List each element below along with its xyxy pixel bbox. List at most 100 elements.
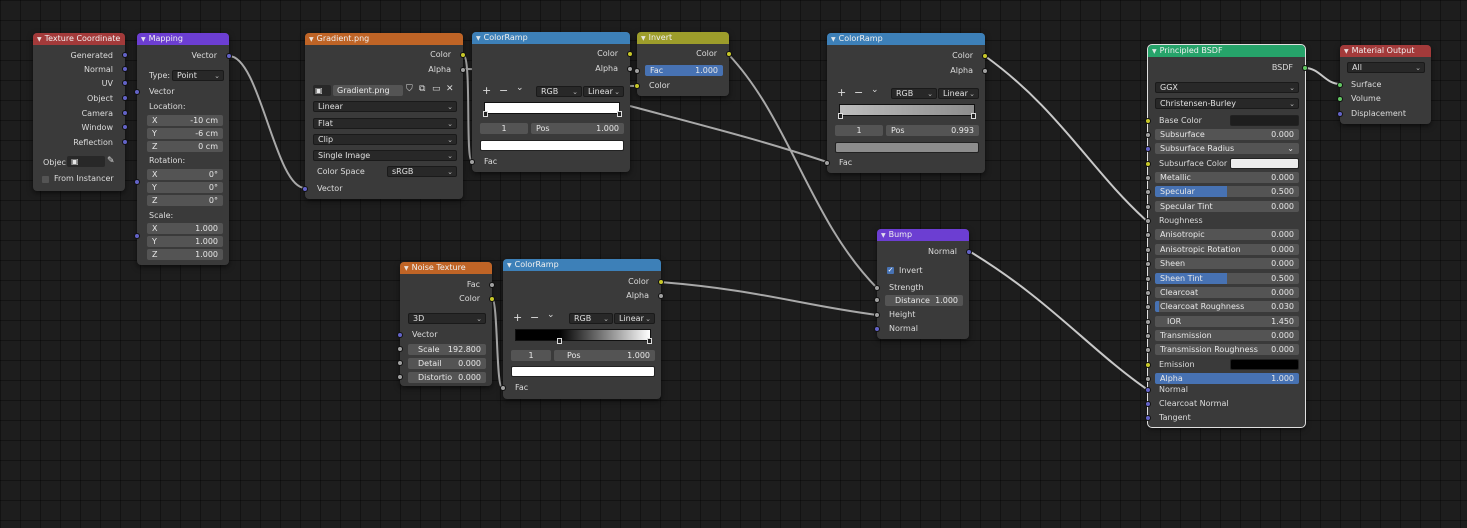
node-header[interactable]: ▼ Mapping (137, 33, 229, 45)
output-normal-socket[interactable] (966, 249, 972, 255)
node-header[interactable]: ▼ Noise Texture (400, 262, 492, 274)
output-vector-socket[interactable] (226, 53, 232, 59)
interpolation-dropdown[interactable]: Linear ⌄ (614, 313, 655, 324)
fac-input-socket[interactable] (824, 160, 830, 166)
color-stop-left[interactable] (838, 113, 843, 119)
anisotropic-rotation-input-socket[interactable] (1145, 247, 1151, 253)
fake-user-shield-icon[interactable]: ⛉ (406, 84, 413, 94)
collapse-icon[interactable]: ▼ (309, 36, 314, 43)
clearcoat-roughness-input-socket[interactable] (1145, 304, 1151, 310)
scale-input-socket[interactable] (134, 233, 140, 239)
distortion-field[interactable]: Distortio 0.000 (408, 372, 486, 383)
specular-input-socket[interactable] (1145, 189, 1151, 195)
projection-dropdown[interactable]: Flat ⌄ (313, 118, 457, 129)
socket-object[interactable] (122, 95, 128, 101)
color-ramp-gradient[interactable] (515, 329, 651, 341)
strength-input-socket[interactable] (874, 285, 880, 291)
scale-z-field[interactable]: Z 1.000 (147, 249, 223, 260)
collapse-icon[interactable]: ▼ (404, 265, 409, 272)
color-stop-right[interactable] (971, 113, 976, 119)
socket-generated[interactable] (122, 52, 128, 58)
surface-input-socket[interactable] (1337, 82, 1343, 88)
scale-input-socket[interactable] (397, 346, 403, 352)
color-ramp-gradient[interactable] (839, 104, 975, 116)
color-ramp-node-3[interactable]: ▼ ColorRamp Color Alpha + − ⌄ RGB ⌄ Linear… (500, 259, 664, 399)
stop-index-field[interactable]: 1 (480, 123, 528, 134)
chevron-down-icon[interactable]: ⌄ (516, 83, 524, 93)
anisotropic-input-socket[interactable] (1145, 232, 1151, 238)
colorspace-dropdown[interactable]: sRGB ⌄ (387, 166, 457, 177)
clearcoat-input-socket[interactable] (1145, 290, 1151, 296)
rotation-z-field[interactable]: Z 0° (147, 195, 223, 206)
node-header[interactable]: ▼ Material Output (1340, 45, 1431, 57)
collapse-icon[interactable]: ▼ (507, 262, 512, 269)
socket-normal[interactable] (122, 66, 128, 72)
color-stop-left[interactable] (483, 111, 488, 117)
collapse-icon[interactable]: ▼ (641, 35, 646, 42)
ior-field[interactable]: IOR 1.450 (1155, 316, 1299, 327)
interpolation-dropdown[interactable]: Linear ⌄ (313, 101, 457, 112)
source-dropdown[interactable]: Single Image ⌄ (313, 150, 457, 161)
from-instancer-checkbox[interactable] (42, 176, 49, 183)
dimensions-dropdown[interactable]: 3D ⌄ (408, 313, 486, 324)
anisotropic-rotation-field[interactable]: Anisotropic Rotation 0.000 (1155, 244, 1299, 255)
tangent-input-socket[interactable] (1145, 415, 1151, 421)
location-z-field[interactable]: Z 0 cm (147, 141, 223, 152)
transmission-roughness-input-socket[interactable] (1145, 347, 1151, 353)
folder-icon[interactable]: ▭ (432, 84, 441, 94)
image-name-field[interactable]: Gradient.png (333, 85, 403, 96)
target-dropdown[interactable]: All ⌄ (1347, 62, 1425, 73)
color-stop-left[interactable] (557, 338, 562, 344)
noise-texture-node[interactable]: ▼ Noise Texture Fac Color 3D ⌄ Vector Scal… (397, 262, 495, 386)
anisotropic-field[interactable]: Anisotropic 0.000 (1155, 229, 1299, 240)
displacement-input-socket[interactable] (1337, 111, 1343, 117)
output-alpha-socket[interactable] (982, 68, 988, 74)
node-header[interactable]: ▼ ColorRamp (827, 33, 985, 45)
collapse-icon[interactable]: ▼ (37, 36, 42, 43)
output-color-socket[interactable] (982, 53, 988, 59)
location-x-field[interactable]: X -10 cm (147, 115, 223, 126)
metallic-input-socket[interactable] (1145, 175, 1151, 181)
fac-input-socket[interactable] (634, 68, 640, 74)
collapse-icon[interactable]: ▼ (881, 232, 886, 239)
sheen-tint-input-socket[interactable] (1145, 276, 1151, 282)
stop-color-swatch[interactable] (480, 140, 624, 151)
distortion-input-socket[interactable] (397, 374, 403, 380)
image-browse-icon[interactable]: ▣ (313, 85, 331, 96)
stop-pos-field[interactable]: Pos 1.000 (531, 123, 624, 134)
object-field[interactable]: ▣ (67, 156, 105, 167)
rotation-x-field[interactable]: X 0° (147, 169, 223, 180)
node-header[interactable]: ▼ ColorRamp (472, 32, 630, 44)
output-color-socket[interactable] (658, 279, 664, 285)
add-stop-icon[interactable]: + (837, 86, 846, 99)
output-color-socket[interactable] (489, 296, 495, 302)
color-input-socket[interactable] (634, 83, 640, 89)
rotation-input-socket[interactable] (134, 179, 140, 185)
material-output-node[interactable]: ▼ Material Output All ⌄ Surface Volume Dis… (1337, 45, 1431, 124)
stop-color-swatch[interactable] (511, 366, 655, 377)
socket-uv[interactable] (122, 80, 128, 86)
rotation-y-field[interactable]: Y 0° (147, 182, 223, 193)
remove-stop-icon[interactable]: − (854, 86, 863, 99)
output-alpha-socket[interactable] (627, 66, 633, 72)
stop-index-field[interactable]: 1 (511, 350, 551, 361)
distance-field[interactable]: Distance 1.000 (885, 295, 963, 306)
transmission-field[interactable]: Transmission 0.000 (1155, 330, 1299, 341)
remove-stop-icon[interactable]: − (530, 311, 539, 324)
color-mode-dropdown[interactable]: RGB ⌄ (569, 313, 613, 324)
subsurface-color-swatch[interactable] (1230, 158, 1299, 169)
scale-x-field[interactable]: X 1.000 (147, 223, 223, 234)
fac-slider[interactable]: Fac 1.000 (645, 65, 723, 76)
eyedropper-icon[interactable]: ✎ (107, 156, 115, 166)
invert-checkbox[interactable]: ✓ (887, 267, 894, 274)
color-ramp-node-2[interactable]: ▼ ColorRamp Color Alpha + − ⌄ RGB ⌄ Linear… (824, 33, 988, 173)
close-icon[interactable]: ✕ (446, 84, 454, 94)
mapping-node[interactable]: ▼ Mapping Vector Type: Point ⌄ Vector Loca… (134, 33, 232, 265)
image-texture-node[interactable]: ▼ Gradient.png Color Alpha ▣ Gradient.png… (302, 33, 466, 199)
extension-dropdown[interactable]: Clip ⌄ (313, 134, 457, 145)
type-dropdown[interactable]: Point ⌄ (172, 70, 224, 81)
duplicate-icon[interactable]: ⧉ (419, 84, 425, 94)
color-mode-dropdown[interactable]: RGB ⌄ (891, 88, 937, 99)
ior-input-socket[interactable] (1145, 319, 1151, 325)
remove-stop-icon[interactable]: − (499, 84, 508, 97)
